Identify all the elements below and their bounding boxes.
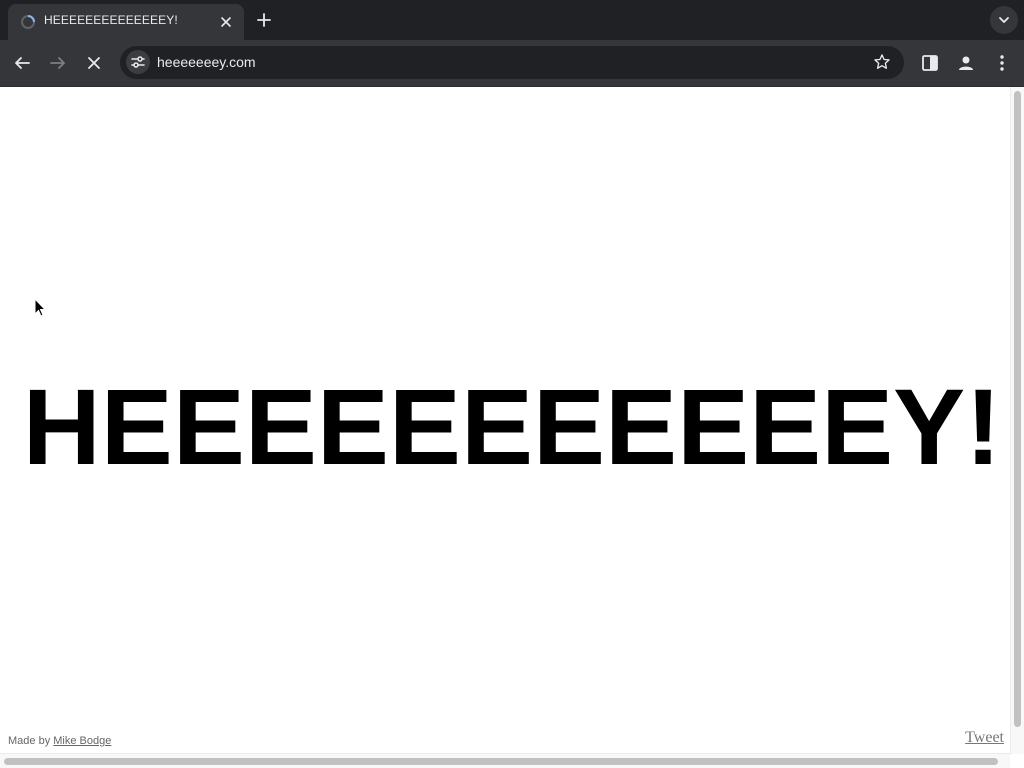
author-link[interactable]: Mike Bodge xyxy=(53,735,111,747)
close-icon[interactable] xyxy=(216,12,236,32)
kebab-menu-icon[interactable] xyxy=(990,51,1014,75)
tab-search-button[interactable] xyxy=(990,6,1018,34)
tab-title: HEEEEEEEEEEEEEEY! xyxy=(44,13,178,27)
arrow-left-icon[interactable] xyxy=(10,51,34,75)
browser-window: HEEEEEEEEEEEEEEY! heeeeeeey.com HEEEEEEE… xyxy=(0,0,1024,768)
mouse-cursor-icon xyxy=(34,298,46,317)
vertical-scrollbar-thumb[interactable] xyxy=(1014,91,1021,727)
tab-active[interactable]: HEEEEEEEEEEEEEEY! xyxy=(8,4,244,40)
horizontal-scrollbar-thumb[interactable] xyxy=(4,758,998,765)
person-icon[interactable] xyxy=(954,51,978,75)
page-heading: HEEEEEEEEEEEY! xyxy=(22,366,1002,487)
loading-spinner-icon xyxy=(21,15,35,29)
chevron-down-icon xyxy=(999,17,1009,23)
star-outline-icon[interactable] xyxy=(872,52,892,72)
site-info-button[interactable] xyxy=(126,50,150,74)
tune-icon xyxy=(131,56,145,68)
toolbar: heeeeeeey.com xyxy=(0,40,1024,87)
credit-prefix: Made by xyxy=(8,735,51,747)
tab-strip: HEEEEEEEEEEEEEEY! xyxy=(0,0,1024,40)
address-bar[interactable]: heeeeeeey.com xyxy=(120,46,904,79)
plus-icon[interactable] xyxy=(252,8,276,32)
stop-loading-icon[interactable] xyxy=(82,51,106,75)
credit-line: Made by Mike Bodge xyxy=(8,735,111,747)
page-content: HEEEEEEEEEEEY! Made by Mike Bodge Tweet xyxy=(0,87,1010,753)
side-panel-icon[interactable] xyxy=(918,51,942,75)
tweet-link[interactable]: Tweet xyxy=(965,729,1004,747)
url-text[interactable]: heeeeeeey.com xyxy=(157,54,256,70)
arrow-right-icon[interactable] xyxy=(46,51,70,75)
vertical-scrollbar[interactable] xyxy=(1010,87,1024,754)
horizontal-scrollbar[interactable] xyxy=(0,753,1010,768)
